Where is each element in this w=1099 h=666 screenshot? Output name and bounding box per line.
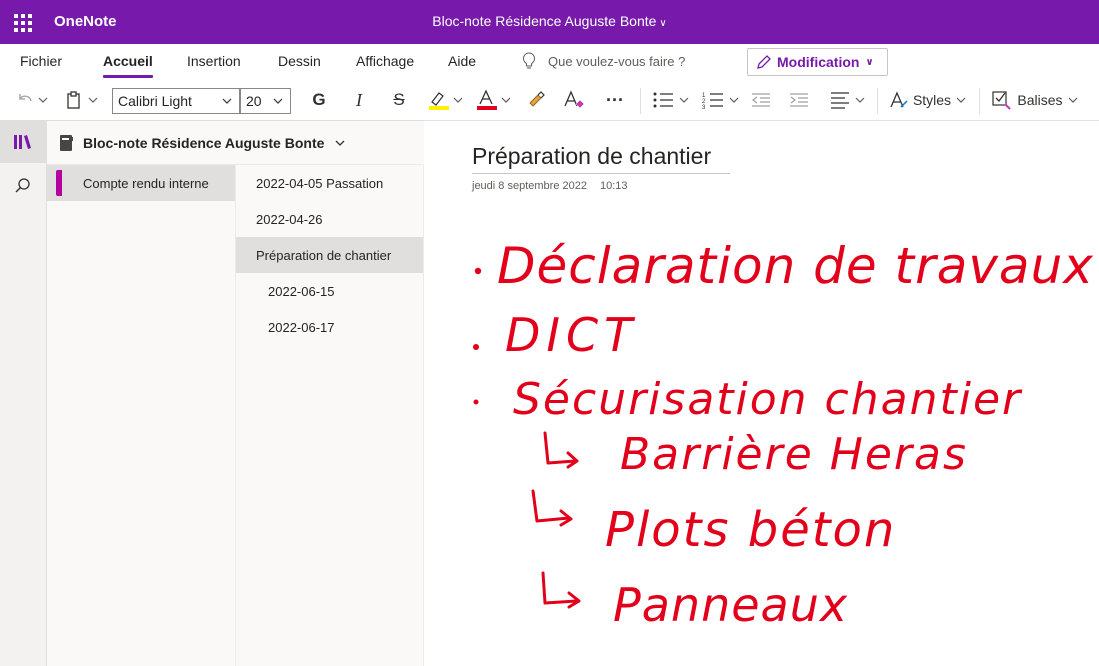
notebooks-icon	[14, 135, 31, 149]
chevron-down-icon	[956, 97, 966, 103]
ink-strokes: Déclaration de travaux DICT Sécurisation…	[497, 237, 1094, 632]
notebook-title-text: Bloc-note Résidence Auguste Bonte	[432, 13, 657, 29]
ink-line-2: DICT	[505, 308, 638, 362]
clear-formatting-icon	[564, 90, 585, 109]
sections-pane: Compte rendu interne	[47, 165, 236, 666]
alignment-button[interactable]	[828, 87, 870, 113]
page-item-active[interactable]: Préparation de chantier	[236, 237, 423, 273]
notebooks-nav-button[interactable]	[0, 121, 46, 163]
title-bar: OneNote Bloc-note Résidence Auguste Bont…	[0, 0, 1099, 44]
more-options-button[interactable]: ···	[600, 87, 630, 113]
font-size-select[interactable]: 20	[240, 88, 291, 114]
font-size-value: 20	[246, 93, 262, 109]
todo-tag-icon	[992, 91, 1012, 110]
font-color-button[interactable]	[474, 87, 514, 113]
ink-arrow	[543, 431, 579, 469]
notebook-icon	[60, 134, 73, 151]
increase-indent-button[interactable]	[786, 87, 812, 113]
tab-insertion[interactable]: Insertion	[187, 53, 241, 69]
edit-mode-label: Modification	[777, 54, 860, 70]
page-item[interactable]: 2022-04-05 Passation	[236, 165, 423, 201]
ink-line-5: Plots béton	[605, 502, 896, 558]
notebook-title[interactable]: Bloc-note Résidence Auguste Bonte ∨	[0, 13, 1099, 29]
ink-bullet	[473, 344, 479, 350]
tags-button[interactable]: Balises	[988, 87, 1084, 113]
ink-drawing[interactable]: Déclaration de travaux DICT Sécurisation…	[425, 121, 1099, 666]
ink-arrow	[531, 489, 573, 527]
font-name-select[interactable]: Calibri Light	[112, 88, 240, 114]
subpage-item[interactable]: 2022-06-15	[236, 273, 423, 309]
ink-bullet	[474, 267, 482, 275]
page-canvas[interactable]: Préparation de chantier jeudi 8 septembr…	[425, 121, 1099, 666]
navigation-rail	[0, 121, 47, 666]
font-name-value: Calibri Light	[118, 93, 192, 109]
outdent-icon	[752, 93, 770, 107]
numbered-list-icon: 123	[702, 93, 739, 109]
strikethrough-button[interactable]: S	[384, 87, 414, 113]
tab-affichage[interactable]: Affichage	[356, 53, 414, 69]
align-icon	[831, 92, 865, 109]
tab-accueil[interactable]: Accueil	[103, 53, 153, 78]
edit-mode-button[interactable]: Modification ∨	[747, 48, 888, 76]
highlight-button[interactable]	[426, 87, 466, 113]
highlighter-icon	[429, 92, 463, 110]
styles-icon	[890, 91, 908, 108]
tags-label: Balises	[1017, 92, 1063, 108]
ink-line-1: Déclaration de travaux	[497, 237, 1094, 295]
toolbar-divider	[640, 88, 641, 114]
ink-bullet	[473, 399, 479, 405]
section-color-tab	[56, 170, 62, 196]
decrease-indent-button[interactable]	[748, 87, 774, 113]
tell-me-search[interactable]: Que voulez-vous faire ?	[522, 52, 685, 70]
indent-icon	[790, 93, 808, 107]
section-label: Compte rendu interne	[83, 175, 209, 191]
clipboard-icon	[67, 91, 98, 109]
undo-button[interactable]	[14, 87, 52, 113]
clear-formatting-button[interactable]	[560, 87, 588, 113]
styles-button[interactable]: Styles	[886, 87, 972, 113]
tab-dessin[interactable]: Dessin	[278, 53, 321, 69]
pages-pane: 2022-04-05 Passation 2022-04-26 Préparat…	[236, 165, 424, 666]
undo-icon	[19, 94, 48, 103]
menu-bar: Fichier Accueil Insertion Dessin Afficha…	[0, 44, 1099, 80]
format-painter-button[interactable]	[522, 87, 550, 113]
tell-me-placeholder: Que voulez-vous faire ?	[548, 53, 686, 69]
bullet-list-icon	[653, 92, 689, 108]
italic-button[interactable]: I	[344, 87, 374, 113]
toolbar-divider	[877, 88, 878, 114]
subpage-item[interactable]: 2022-06-17	[236, 309, 423, 345]
page-item[interactable]: 2022-04-26	[236, 201, 423, 237]
bullets-button[interactable]	[650, 87, 692, 113]
svg-text:3: 3	[702, 105, 706, 109]
ink-line-6: Panneaux	[613, 578, 848, 632]
pencil-icon	[757, 55, 771, 69]
chevron-down-icon: ∨	[865, 56, 874, 68]
numbering-button[interactable]: 123	[700, 87, 742, 113]
ink-line-4: Barrière Heras	[620, 429, 968, 480]
ink-arrows	[531, 431, 581, 609]
search-icon	[15, 178, 30, 193]
chevron-down-icon	[222, 98, 232, 104]
lightbulb-icon	[522, 52, 536, 69]
notebook-selector[interactable]: Bloc-note Résidence Auguste Bonte	[47, 121, 424, 165]
paste-button[interactable]	[64, 87, 102, 113]
section-item[interactable]: Compte rendu interne	[47, 165, 235, 201]
ink-arrow	[541, 571, 581, 609]
font-color-icon	[477, 89, 511, 110]
bold-button[interactable]: G	[304, 87, 334, 113]
chevron-down-icon	[273, 98, 283, 104]
chevron-down-icon: ∨	[659, 18, 667, 29]
search-nav-button[interactable]	[0, 165, 46, 207]
ribbon-toolbar: Calibri Light 20 G I S ··· 123 Styles Ba…	[0, 80, 1099, 121]
tab-fichier[interactable]: Fichier	[20, 53, 62, 69]
chevron-down-icon	[335, 140, 345, 146]
ink-line-3: Sécurisation chantier	[513, 374, 1023, 425]
tab-aide[interactable]: Aide	[448, 53, 476, 69]
styles-label: Styles	[912, 92, 952, 108]
chevron-down-icon	[1068, 97, 1077, 103]
toolbar-divider	[979, 88, 980, 114]
notebook-name: Bloc-note Résidence Auguste Bonte	[83, 134, 325, 151]
format-painter-icon	[529, 91, 545, 107]
